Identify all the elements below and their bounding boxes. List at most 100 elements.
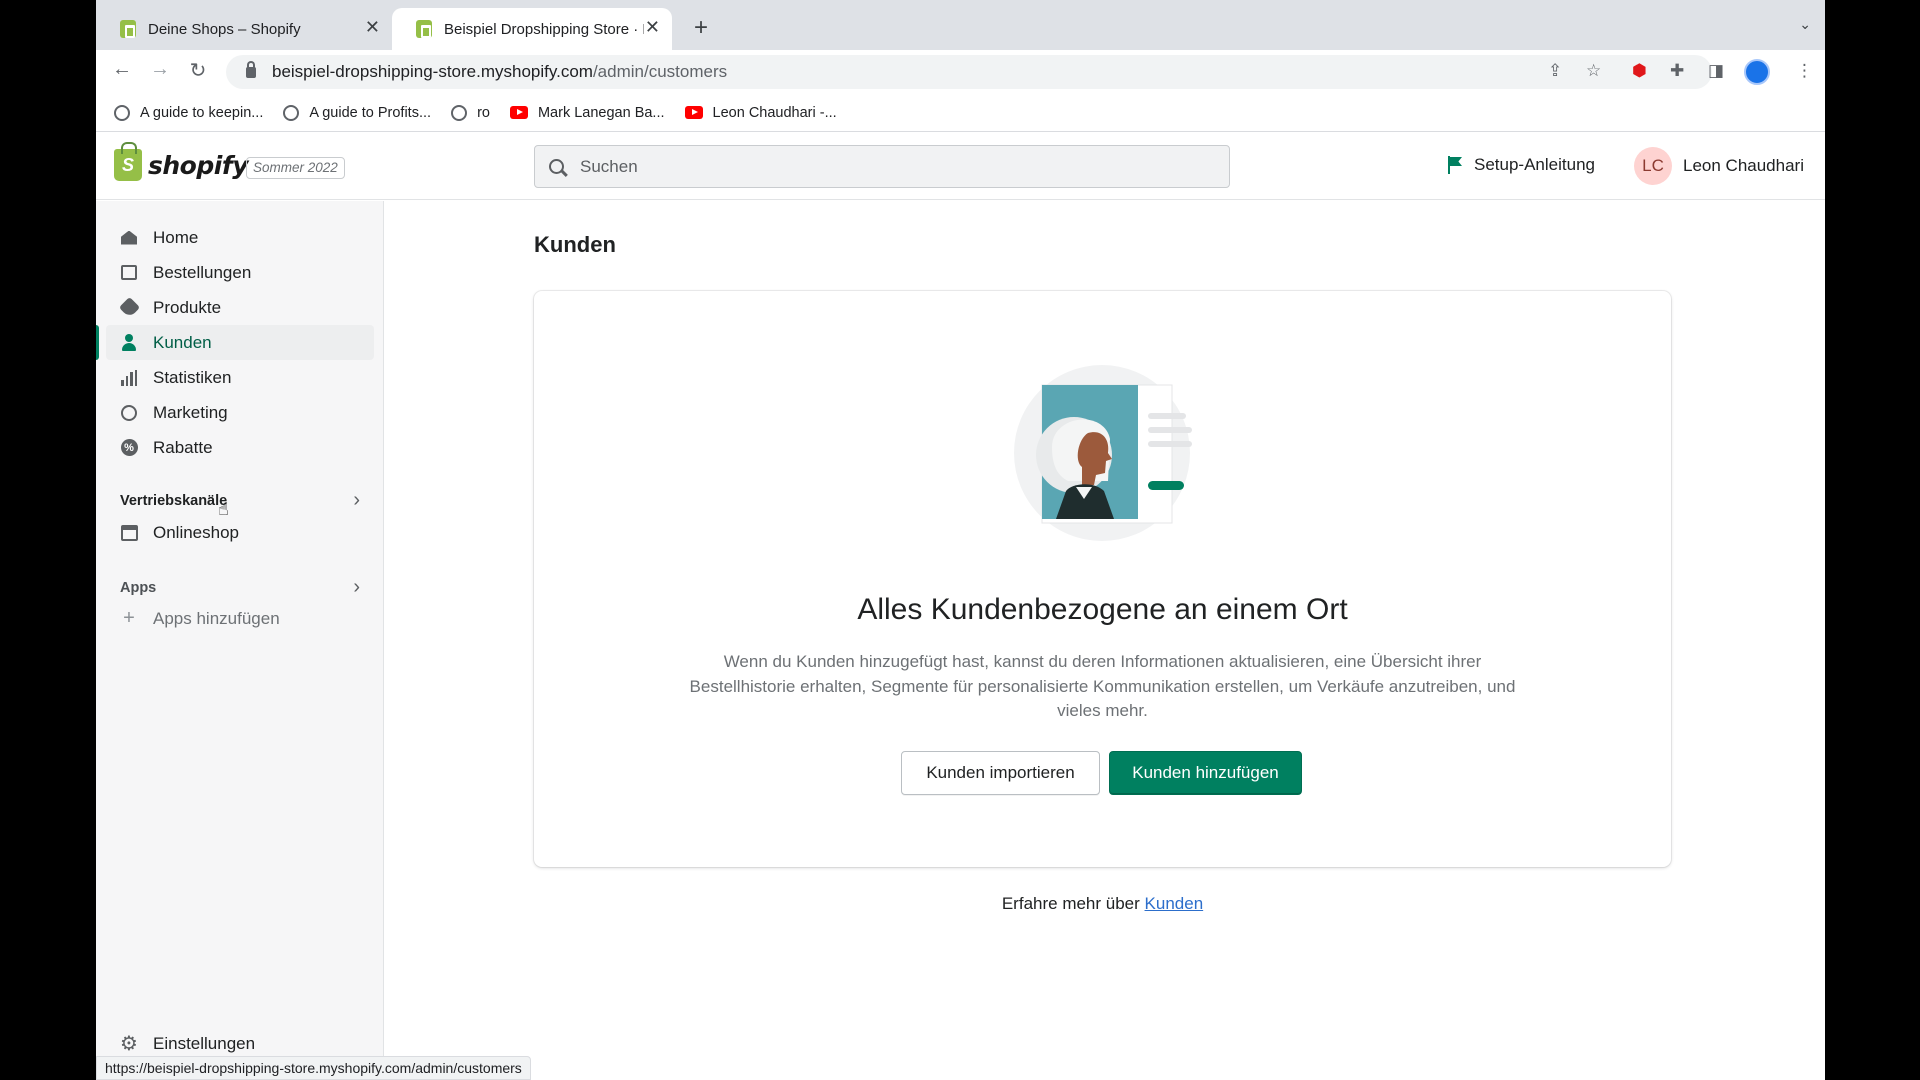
user-name: Leon Chaudhari	[1683, 156, 1804, 175]
sidebar-item-analytics[interactable]: Statistiken	[106, 360, 374, 395]
add-customer-button[interactable]: Kunden hinzufügen	[1109, 751, 1302, 795]
sales-channels-label: Vertriebskanäle	[120, 492, 228, 509]
bookmark-star-icon[interactable]: ☆	[1586, 61, 1601, 81]
sidebar-item-label: Produkte	[153, 297, 222, 317]
sidebar-item-label: Home	[153, 227, 199, 247]
plus-icon: +	[123, 607, 135, 629]
status-bar-url: https://beispiel-dropshipping-store.mysh…	[96, 1056, 531, 1080]
browser-window: Deine Shops – Shopify ✕ Beispiel Dropshi…	[96, 0, 1825, 1080]
new-tab-icon[interactable]: +	[694, 14, 708, 42]
shopify-bag-icon	[114, 142, 142, 181]
page-title: Kunden	[534, 232, 616, 257]
home-icon	[120, 229, 138, 247]
close-tab-icon[interactable]: ✕	[365, 17, 380, 38]
tab-deine-shops[interactable]: Deine Shops – Shopify ✕	[96, 8, 392, 50]
sidebar-item-label: Einstellungen	[153, 1033, 256, 1053]
customer-card-illustration	[1014, 365, 1192, 541]
avatar: LC	[1634, 147, 1672, 185]
bookmark-label: Mark Lanegan Ba...	[537, 104, 665, 121]
browser-menu-icon[interactable]: ⋮	[1796, 61, 1813, 81]
bookmark-item[interactable]: ro	[451, 104, 490, 121]
sidebar-item-discounts[interactable]: % Rabatte	[106, 430, 374, 465]
bookmark-label: A guide to keepin...	[140, 104, 264, 121]
bookmarks-bar: A guide to keepin... A guide to Profits.…	[96, 94, 1825, 132]
person-icon	[120, 334, 138, 352]
logo-wordmark: shopify	[148, 150, 249, 180]
sidebar-item-label: Kunden	[153, 332, 212, 352]
learn-more-prefix: Erfahre mehr über	[1001, 894, 1140, 913]
flag-icon	[1448, 156, 1462, 174]
tab-title: Beispiel Dropshipping Store · K	[444, 20, 644, 38]
search-icon	[549, 159, 564, 174]
reload-icon[interactable]: ↻	[184, 58, 212, 83]
gear-icon: ⚙	[120, 1033, 138, 1055]
tab-title: Deine Shops – Shopify	[148, 20, 301, 38]
sidebar-item-online-store[interactable]: Onlineshop	[106, 515, 374, 550]
sidebar-item-marketing[interactable]: Marketing	[106, 395, 374, 430]
discount-icon: %	[120, 439, 138, 457]
empty-state-card: Alles Kundenbezogene an einem Ort Wenn d…	[534, 291, 1671, 867]
sidebar-item-label: Marketing	[153, 402, 228, 422]
setup-guide-button[interactable]: Setup-Anleitung	[1448, 155, 1595, 175]
share-icon[interactable]: ⇪	[1548, 61, 1562, 81]
sidebar: Home Bestellungen Produkte Kunden Statis…	[96, 201, 384, 1080]
sales-channels-heading[interactable]: Vertriebskanäle ›	[120, 489, 374, 512]
bookmark-label: A guide to Profits...	[309, 104, 432, 121]
learn-more-link[interactable]: Kunden	[1145, 894, 1204, 913]
profile-avatar-icon[interactable]	[1744, 59, 1770, 85]
forward-icon[interactable]: →	[146, 58, 174, 81]
shopify-favicon-icon	[120, 20, 136, 38]
add-apps-button[interactable]: + Apps hinzufügen	[106, 601, 374, 636]
tab-strip: Deine Shops – Shopify ✕ Beispiel Dropshi…	[96, 0, 1825, 50]
bookmark-label: ro	[477, 104, 490, 121]
target-icon	[120, 404, 138, 422]
sidebar-item-products[interactable]: Produkte	[106, 290, 374, 325]
search-input[interactable]: Suchen	[534, 145, 1230, 188]
apps-heading[interactable]: Apps ›	[120, 576, 374, 599]
close-tab-icon[interactable]: ✕	[645, 17, 660, 38]
sidebar-item-label: Bestellungen	[153, 262, 252, 282]
tag-icon	[118, 296, 140, 319]
bookmark-item[interactable]: Mark Lanegan Ba...	[509, 104, 665, 121]
search-placeholder: Suchen	[580, 156, 638, 176]
empty-state-heading: Alles Kundenbezogene an einem Ort	[857, 593, 1348, 626]
empty-state-description: Wenn du Kunden hinzugefügt hast, kannst …	[689, 652, 1516, 720]
sidebar-item-label: Statistiken	[153, 367, 232, 387]
bookmark-item[interactable]: A guide to Profits...	[283, 104, 432, 121]
setup-guide-label: Setup-Anleitung	[1474, 155, 1595, 174]
address-bar[interactable]: beispiel-dropshipping-store.myshopify.co…	[226, 55, 1712, 89]
sidebar-item-orders[interactable]: Bestellungen	[106, 255, 374, 290]
globe-icon	[114, 104, 130, 121]
browser-toolbar: ← → ↻ beispiel-dropshipping-store.myshop…	[96, 50, 1825, 94]
store-icon	[120, 524, 138, 542]
tab-search-chevron-icon[interactable]: ⌄	[1799, 16, 1811, 33]
inbox-icon	[120, 264, 138, 282]
side-panel-icon[interactable]: ◨	[1708, 61, 1724, 81]
edition-badge[interactable]: Sommer 2022	[246, 157, 345, 179]
globe-icon	[283, 104, 300, 121]
extensions-puzzle-icon[interactable]: ✚	[1670, 61, 1684, 81]
apps-label: Apps	[120, 579, 157, 596]
youtube-icon	[684, 106, 703, 119]
shopify-topbar: shopify Sommer 2022 Suchen Setup-Anleitu…	[96, 133, 1825, 200]
chevron-right-icon[interactable]: ›	[353, 489, 360, 512]
globe-icon	[451, 104, 468, 121]
user-menu[interactable]: LC Leon Chaudhari	[1634, 147, 1804, 185]
back-icon[interactable]: ←	[108, 58, 136, 81]
sidebar-item-home[interactable]: Home	[106, 220, 374, 255]
sidebar-item-customers[interactable]: Kunden	[106, 325, 374, 360]
bookmark-item[interactable]: A guide to keepin...	[114, 104, 264, 121]
url-path: /admin/customers	[592, 62, 728, 81]
bar-chart-icon	[120, 369, 138, 387]
youtube-icon	[509, 106, 528, 119]
active-indicator	[96, 325, 99, 360]
sidebar-item-label: Rabatte	[153, 437, 213, 457]
hand-cursor-icon: ☝	[218, 499, 229, 519]
chevron-right-icon[interactable]: ›	[353, 576, 360, 599]
bookmark-item[interactable]: Leon Chaudhari -...	[684, 104, 837, 121]
bookmark-label: Leon Chaudhari -...	[712, 104, 837, 121]
import-customers-button[interactable]: Kunden importieren	[901, 751, 1100, 795]
tab-dropshipping-store[interactable]: Beispiel Dropshipping Store · K ✕	[392, 8, 672, 50]
adblock-extension-icon[interactable]: ⬢	[1632, 61, 1647, 81]
shopify-logo[interactable]: shopify	[114, 142, 249, 181]
